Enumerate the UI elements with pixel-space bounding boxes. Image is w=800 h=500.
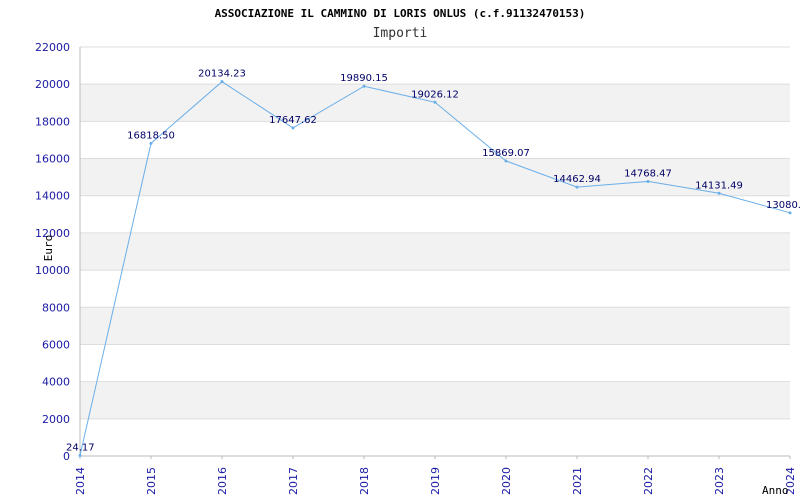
x-tick-label: 2017	[287, 467, 300, 495]
data-point	[646, 179, 650, 183]
grid-band	[80, 344, 790, 382]
x-tick-label: 2023	[713, 467, 726, 495]
y-tick-label: 4000	[42, 376, 70, 389]
y-tick-label: 18000	[35, 115, 70, 128]
x-tick-label: 2018	[358, 467, 371, 495]
data-point	[504, 159, 508, 163]
y-axis-label: Euro	[42, 235, 55, 262]
grid-band	[80, 270, 790, 308]
data-label: 19026.12	[411, 89, 459, 100]
grid-band	[80, 47, 790, 85]
y-tick-label: 22000	[35, 41, 70, 54]
data-label: 14462.94	[553, 174, 601, 185]
data-point	[78, 454, 82, 458]
chart-subtitle: Importi	[373, 26, 428, 41]
y-tick-label: 14000	[35, 190, 70, 203]
data-point	[291, 126, 295, 130]
chart-title: ASSOCIAZIONE IL CAMMINO DI LORIS ONLUS (…	[215, 7, 586, 20]
grid-band	[80, 195, 790, 233]
x-tick-label: 2014	[74, 467, 87, 495]
data-point	[220, 80, 224, 84]
y-tick-label: 8000	[42, 301, 70, 314]
y-tick-label: 20000	[35, 78, 70, 91]
data-point	[788, 211, 792, 215]
data-point	[717, 191, 721, 195]
data-label: 20134.23	[198, 69, 246, 80]
x-tick-label: 2016	[216, 467, 229, 495]
data-label: 15869.07	[482, 148, 530, 159]
data-label: 14131.49	[695, 180, 743, 191]
data-point	[433, 100, 437, 104]
data-label: 14768.47	[624, 168, 672, 179]
line-chart: ASSOCIAZIONE IL CAMMINO DI LORIS ONLUS (…	[35, 7, 800, 497]
data-label: 24.17	[66, 443, 95, 454]
grid-band	[80, 307, 790, 345]
grid-band	[80, 232, 790, 271]
y-tick-label: 16000	[35, 153, 70, 166]
grid-bands	[80, 47, 790, 456]
grid-band	[80, 381, 790, 419]
data-label: 13080.8	[766, 200, 800, 211]
x-tick-label: 2015	[145, 467, 158, 495]
data-label: 16818.50	[127, 130, 175, 141]
x-tick-labels: 2014 2015 2016 2017 2018 2019 2020 2021 2022 2023…	[74, 456, 797, 495]
data-label: 17647.62	[269, 115, 317, 126]
data-point	[575, 185, 579, 189]
grid-band	[80, 418, 790, 456]
x-tick-label: 2019	[429, 467, 442, 495]
x-tick-label: 2021	[571, 467, 584, 495]
y-tick-label: 10000	[35, 264, 70, 277]
y-tick-label: 6000	[42, 338, 70, 351]
grid-band	[80, 158, 790, 196]
data-point	[149, 141, 153, 145]
x-axis-label: Anno	[762, 484, 789, 497]
data-label: 19890.15	[340, 73, 388, 84]
data-point	[362, 84, 366, 88]
x-tick-label: 2022	[642, 467, 655, 495]
y-tick-label: 2000	[42, 413, 70, 426]
grid-band	[80, 121, 790, 159]
x-tick-label: 2020	[500, 467, 513, 495]
